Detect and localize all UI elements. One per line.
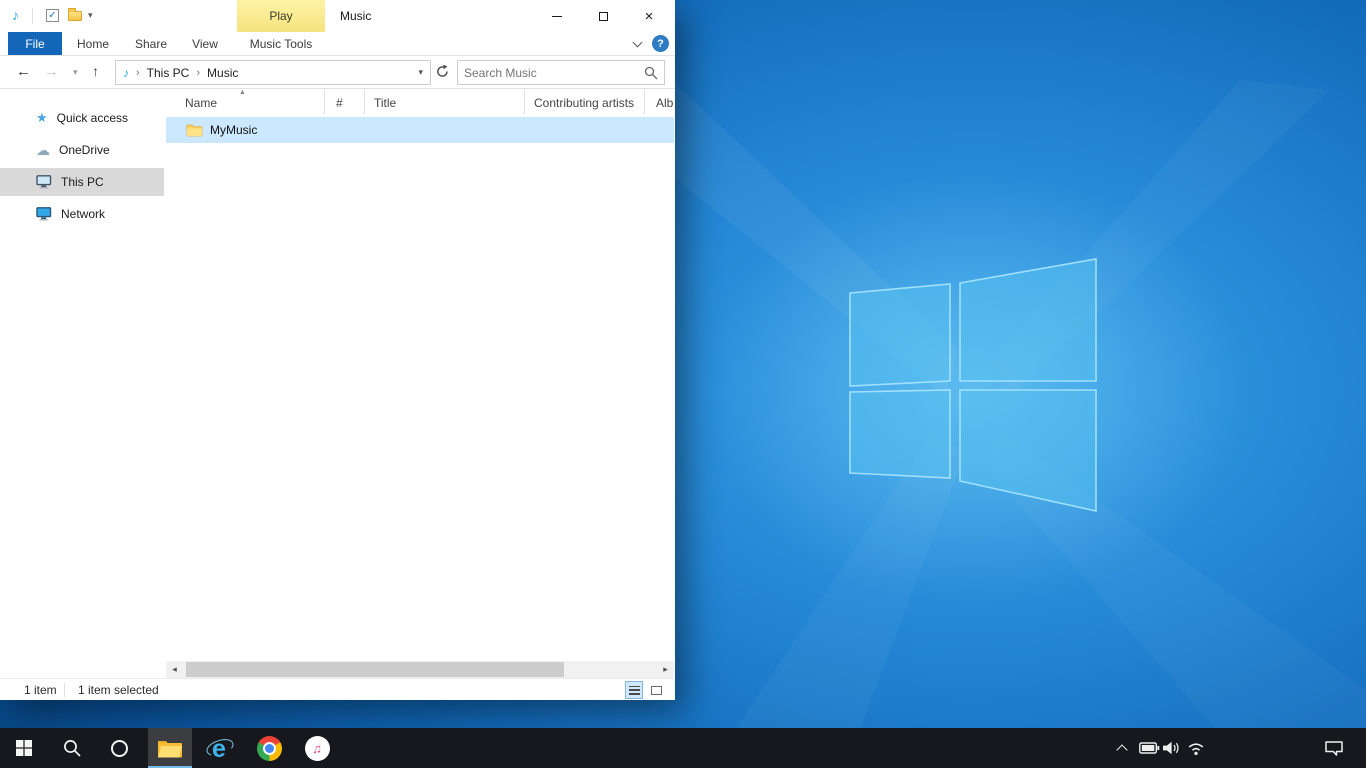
file-explorer-icon (157, 738, 183, 759)
details-view-button[interactable] (625, 681, 643, 699)
column-header-number[interactable]: # (325, 89, 365, 114)
wifi-icon (1186, 741, 1206, 756)
breadcrumb-chevron-icon[interactable]: › (136, 67, 140, 79)
breadcrumb-this-pc[interactable]: This PC (147, 66, 190, 80)
expand-ribbon-icon[interactable] (633, 38, 643, 48)
details-view-icon (629, 686, 640, 695)
selection-count: 1 item selected (78, 683, 159, 697)
chrome-icon (257, 736, 282, 761)
forward-button[interactable]: → (44, 63, 59, 80)
network-tray-button[interactable] (1184, 728, 1208, 768)
qat-properties-icon[interactable]: ✓ (46, 9, 59, 22)
qat-dropdown-icon[interactable]: ▾ (88, 10, 93, 21)
sidebar-label: Quick access (57, 111, 128, 125)
music-folder-icon: ♪ (123, 66, 129, 80)
back-button[interactable]: ← (16, 63, 31, 80)
network-icon (36, 207, 52, 221)
taskbar-chrome-button[interactable] (247, 728, 291, 768)
tab-home[interactable]: Home (66, 32, 120, 55)
start-button[interactable] (2, 728, 46, 768)
volume-tray-button[interactable] (1161, 728, 1183, 768)
cortana-button[interactable] (97, 728, 141, 768)
action-center-button[interactable] (1320, 728, 1348, 768)
tab-share[interactable]: Share (124, 32, 178, 55)
cloud-icon: ☁ (36, 142, 50, 159)
large-icons-view-button[interactable] (647, 681, 665, 699)
tab-file[interactable]: File (8, 32, 62, 55)
ribbon-tabs: File Home Share View Music Tools ? (0, 32, 675, 56)
folder-icon (186, 124, 203, 137)
titlebar[interactable]: ♪ ✓ ▾ Play Music × (0, 0, 675, 32)
address-dropdown-icon[interactable]: ▾ (418, 67, 423, 78)
large-icons-view-icon (651, 686, 662, 695)
refresh-icon (435, 64, 450, 79)
action-center-icon (1324, 740, 1344, 757)
itunes-icon: ♫ (305, 736, 330, 761)
item-count: 1 item (24, 683, 57, 697)
taskbar: e ♫ (0, 728, 1366, 768)
status-bar: 1 item 1 item selected (0, 678, 675, 700)
status-divider (64, 683, 65, 697)
show-hidden-icons-button[interactable] (1112, 728, 1132, 768)
column-header-album[interactable]: Alb (645, 89, 674, 114)
history-dropdown-icon[interactable]: ▾ (73, 67, 78, 78)
window-title: Music (340, 0, 371, 32)
battery-icon (1139, 742, 1160, 754)
taskbar-file-explorer-button[interactable] (148, 728, 192, 768)
star-icon: ★ (36, 110, 48, 126)
battery-tray-button[interactable] (1137, 728, 1161, 768)
tab-view[interactable]: View (178, 32, 232, 55)
search-box[interactable] (457, 60, 665, 85)
scrollbar-thumb[interactable] (186, 662, 564, 677)
computer-icon (36, 175, 52, 189)
search-icon[interactable] (644, 66, 658, 80)
close-button[interactable]: × (626, 0, 672, 32)
sidebar-item-onedrive[interactable]: ☁ OneDrive (0, 136, 164, 164)
taskbar-itunes-button[interactable]: ♫ (295, 728, 339, 768)
breadcrumb-music[interactable]: Music (207, 66, 238, 80)
column-header-title[interactable]: Title (365, 89, 525, 114)
taskbar-internet-explorer-button[interactable]: e (198, 728, 242, 768)
up-button[interactable]: ↑ (92, 63, 99, 79)
minimize-icon (552, 16, 562, 17)
file-list-pane: ▲ Name # Title Contributing artists Alb … (166, 89, 674, 661)
close-icon: × (645, 8, 654, 25)
sidebar-label: Network (61, 207, 105, 221)
column-header-name[interactable]: Name (166, 89, 325, 114)
refresh-button[interactable] (435, 64, 450, 82)
breadcrumb-chevron-icon[interactable]: › (196, 67, 200, 79)
search-input[interactable] (464, 66, 644, 80)
sidebar-label: OneDrive (59, 143, 110, 157)
chevron-up-icon (1116, 744, 1127, 755)
maximize-icon (599, 12, 608, 21)
sidebar-item-network[interactable]: Network (0, 200, 164, 228)
search-icon (63, 739, 82, 758)
sidebar-item-this-pc[interactable]: This PC (0, 168, 164, 196)
horizontal-scrollbar[interactable]: ◂ ▸ (166, 661, 674, 678)
file-name: MyMusic (210, 123, 257, 137)
minimize-button[interactable] (534, 0, 580, 32)
navigation-pane: ★ Quick access ☁ OneDrive This PC Networ… (0, 89, 166, 661)
contextual-tab-play[interactable]: Play (237, 0, 325, 32)
sidebar-label: This PC (61, 175, 104, 189)
internet-explorer-icon: e (205, 733, 235, 763)
file-explorer-window: ♪ ✓ ▾ Play Music × File Home Share View … (0, 0, 675, 700)
qat-new-folder-icon[interactable] (68, 11, 82, 21)
titlebar-divider (32, 8, 33, 24)
column-header-contributing-artists[interactable]: Contributing artists (525, 89, 645, 114)
file-row-mymusic[interactable]: MyMusic (166, 117, 674, 143)
windows-logo-icon (16, 740, 32, 756)
sidebar-item-quick-access[interactable]: ★ Quick access (0, 104, 164, 132)
maximize-button[interactable] (580, 0, 626, 32)
cortana-icon (111, 740, 128, 757)
address-bar[interactable]: ♪ › This PC › Music ▾ (115, 60, 431, 85)
music-app-icon: ♪ (12, 7, 19, 23)
help-button[interactable]: ? (652, 35, 669, 52)
scroll-left-icon[interactable]: ◂ (166, 661, 183, 678)
scroll-right-icon[interactable]: ▸ (657, 661, 674, 678)
navigation-bar: ← → ▾ ↑ ♪ › This PC › Music ▾ (0, 56, 675, 89)
tab-music-tools[interactable]: Music Tools (238, 32, 324, 55)
speaker-icon (1163, 741, 1181, 755)
taskbar-search-button[interactable] (50, 728, 94, 768)
